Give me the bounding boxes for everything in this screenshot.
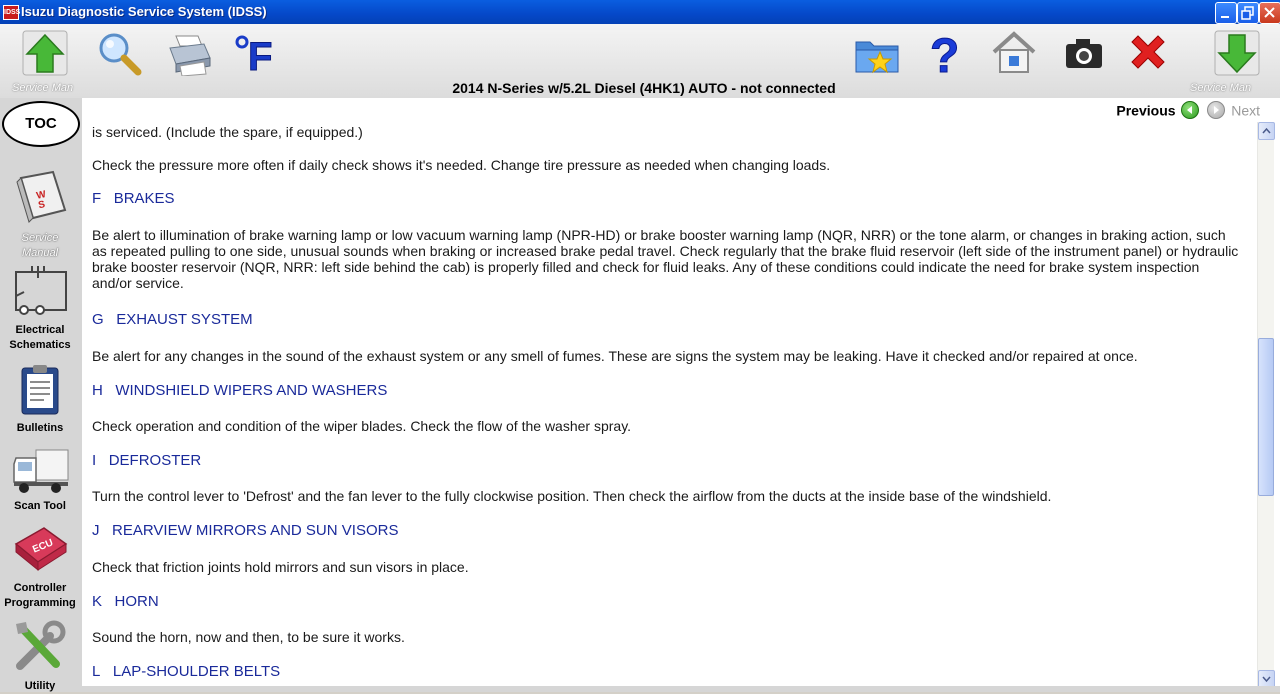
minimize-icon (1221, 16, 1229, 18)
section-heading-defroster: I DEFROSTER (92, 452, 202, 469)
title-bar: IDSS Isuzu Diagnostic Service System (ID… (0, 0, 1280, 24)
sidebar-label: Schematics (9, 339, 71, 351)
sidebar-label: Scan Tool (14, 500, 66, 512)
main-toolbar: Service Man F ? Service Man 2014 N-Serie… (0, 24, 1280, 98)
doc-paragraph: Check the pressure more often if daily c… (92, 157, 831, 173)
doc-paragraph: is serviced. (Include the spare, if equi… (92, 124, 363, 140)
home-icon (992, 31, 1036, 73)
forward-button[interactable] (1214, 30, 1260, 81)
help-icon: ? (930, 30, 960, 84)
doc-paragraph: Be alert for any changes in the sound of… (92, 348, 1138, 364)
window-title: Isuzu Diagnostic Service System (IDSS) (21, 4, 267, 19)
schematic-icon (15, 266, 67, 315)
print-icon (169, 35, 211, 77)
home-button[interactable] (990, 30, 1038, 81)
sidebar-item-bulletins[interactable]: Bulletins (0, 364, 80, 436)
previous-link[interactable]: Previous (1116, 102, 1175, 118)
section-heading-exhaust: G EXHAUST SYSTEM (92, 311, 253, 328)
temperature-unit-button[interactable]: F (234, 32, 282, 81)
exit-button[interactable] (1126, 32, 1170, 81)
section-heading-mirrors: J REARVIEW MIRRORS AND SUN VISORS (92, 522, 399, 539)
search-button[interactable] (96, 32, 144, 81)
sidebar-item-controller-programming[interactable]: ECU Controller Programming (0, 522, 80, 611)
tools-icon (16, 620, 66, 670)
help-button[interactable]: ? (926, 30, 966, 84)
print-button[interactable] (166, 32, 214, 81)
left-sidebar: TOC W S Service Manual Electrical Schema… (0, 98, 82, 692)
doc-paragraph: Check that friction joints hold mirrors … (92, 559, 469, 575)
page-navigation: Previous Next (1116, 101, 1260, 120)
favorites-button[interactable] (854, 34, 902, 81)
document-body: is serviced. (Include the spare, if equi… (92, 122, 1242, 688)
doc-paragraph: Sound the horn, now and then, to be sure… (92, 629, 405, 645)
svg-text:?: ? (930, 30, 959, 76)
vehicle-info: 2014 N-Series w/5.2L Diesel (4HK1) AUTO … (452, 80, 836, 96)
truck-icon (13, 449, 69, 493)
sidebar-label: Bulletins (16, 422, 64, 434)
clipboard-icon (21, 365, 59, 415)
sidebar-item-scan-tool[interactable]: Scan Tool (0, 446, 80, 514)
sidebar-item-service-manual[interactable]: W S Service Manual (0, 168, 80, 261)
temperature-unit-icon: F (235, 35, 273, 80)
maximize-button[interactable] (1237, 2, 1259, 24)
sidebar-item-utility[interactable]: Utility (0, 618, 80, 694)
next-link: Next (1231, 102, 1260, 119)
vertical-scrollbar[interactable] (1257, 122, 1275, 688)
sidebar-label: Electrical (15, 324, 65, 336)
favorites-folder-icon (855, 41, 899, 74)
doc-paragraph: Check operation and condition of the wip… (92, 418, 632, 434)
sidebar-label: Manual (21, 247, 59, 259)
chevron-down-icon (1262, 676, 1271, 683)
search-icon (99, 33, 142, 76)
scroll-up-button[interactable] (1258, 122, 1275, 140)
toc-button[interactable]: TOC (2, 101, 80, 147)
app-logo-icon: IDSS (3, 5, 20, 20)
minimize-button[interactable] (1215, 2, 1237, 24)
sidebar-item-electrical-schematics[interactable]: Electrical Schematics (0, 266, 80, 353)
service-manual-book-icon: W S (16, 170, 67, 223)
close-window-button[interactable] (1259, 2, 1280, 24)
restore-icon (1241, 6, 1254, 20)
scroll-thumb[interactable] (1258, 338, 1274, 496)
up-arrow-icon (22, 30, 68, 76)
close-icon (1264, 7, 1275, 18)
chevron-up-icon (1262, 127, 1271, 134)
sidebar-label: Controller (13, 582, 67, 594)
doc-paragraph: Turn the control lever to 'Defrost' and … (92, 488, 1052, 504)
doc-paragraph: Be alert to illumination of brake warnin… (92, 227, 1239, 291)
camera-icon (1066, 39, 1102, 68)
svg-text:F: F (248, 35, 272, 76)
section-heading-wipers: H WINDSHIELD WIPERS AND WASHERS (92, 382, 388, 399)
down-arrow-icon (1214, 30, 1260, 76)
close-x-icon (1131, 35, 1165, 69)
section-heading-brakes: F BRAKES (92, 190, 175, 207)
section-heading-horn: K HORN (92, 593, 159, 610)
sidebar-label: Service (21, 232, 59, 244)
next-arrow-icon (1207, 101, 1226, 120)
document-pane: Previous Next is serviced. (Include the … (82, 98, 1280, 692)
back-button[interactable] (22, 30, 68, 81)
section-heading-belts: L LAP-SHOULDER BELTS (92, 663, 281, 680)
screenshot-button[interactable] (1062, 34, 1106, 79)
previous-arrow-icon[interactable] (1181, 101, 1200, 120)
ecu-chip-icon: ECU (14, 527, 68, 572)
bottom-border (82, 686, 1280, 692)
sidebar-label: Programming (4, 597, 76, 609)
